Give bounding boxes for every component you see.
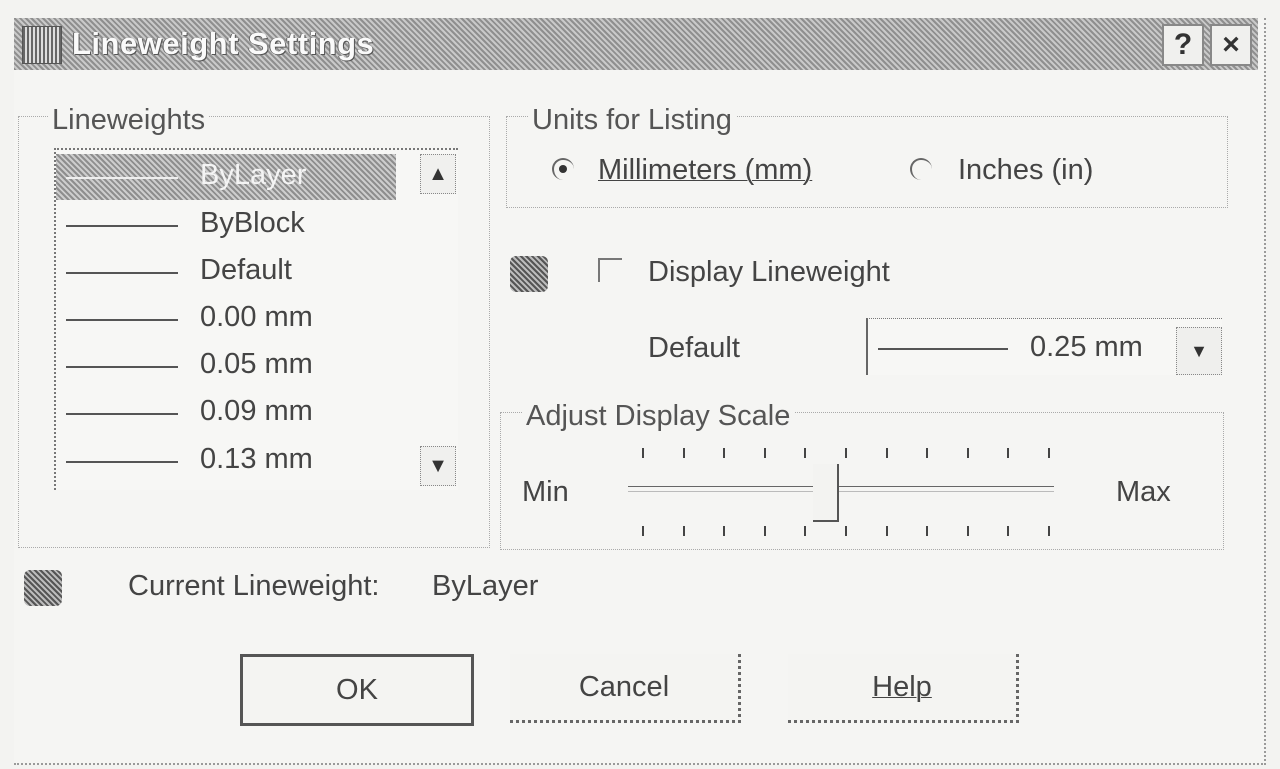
list-item-label: Default [200,254,292,286]
list-item-label: 0.05 mm [200,348,313,380]
line-sample [66,272,178,274]
line-sample [66,319,178,321]
units-label: Units for Listing [528,104,736,137]
current-lineweight-label: Current Lineweight: [128,570,380,602]
slider-tick [966,526,969,536]
default-value: 0.25 mm [1030,331,1143,363]
line-sample [66,225,178,227]
slider-tick [1048,526,1050,536]
slider-tick [1048,448,1050,458]
slider-tick [642,448,644,458]
slider-tick [1007,448,1010,458]
help-icon[interactable]: ? [1162,24,1204,66]
window-title: Lineweight Settings [72,26,375,61]
slider-tick [845,448,847,458]
slider-tick [885,448,888,458]
display-scale-label: Adjust Display Scale [522,400,795,433]
slider-tick [1007,526,1010,536]
slider-tick [966,448,969,458]
list-item[interactable]: 0.00 mm [56,296,396,342]
lineweight-settings-dialog: Lineweight Settings ? × Lineweights ByLa… [14,18,1266,765]
title-bar[interactable]: Lineweight Settings ? × [14,18,1258,70]
display-scale-track[interactable] [628,486,1054,492]
slider-tick [723,448,726,458]
list-item-label: 0.09 mm [200,395,313,427]
default-label: Default [648,332,740,364]
line-sample [66,177,178,179]
arrow-up-icon[interactable]: ▲ [420,154,456,194]
lineweight-icon [510,256,548,292]
arrow-down-icon[interactable]: ▼ [420,446,456,486]
display-lineweight-checkbox[interactable] [598,258,622,282]
slider-tick [885,526,888,536]
list-item[interactable]: Default [56,249,396,295]
list-item[interactable]: ByLayer [56,154,396,200]
slider-tick [682,448,685,458]
line-sample [66,366,178,368]
display-lineweight-label[interactable]: Display Lineweight [648,256,890,289]
lineweight-list[interactable]: ByLayer ByBlock Default 0.00 mm 0.05 mm … [54,148,458,490]
slider-tick [642,526,644,536]
max-label: Max [1116,476,1171,508]
slider-tick [845,526,847,536]
slider-tick [926,526,929,536]
slider-tick [763,526,766,536]
close-icon[interactable]: × [1210,24,1252,66]
list-item-label: ByLayer [200,159,307,191]
display-scale-thumb[interactable] [812,464,839,522]
list-item[interactable]: 0.09 mm [56,390,396,436]
line-sample [66,461,178,463]
slider-tick [682,526,685,536]
line-sample [66,413,178,415]
inches-label[interactable]: Inches (in) [958,154,1093,187]
list-item-label: 0.00 mm [200,301,313,333]
list-item-label: ByBlock [200,207,305,239]
line-sample [878,348,1008,350]
default-lineweight-select[interactable]: 0.25 mm ▼ [866,318,1222,375]
list-item[interactable]: ByBlock [56,202,396,248]
list-item[interactable]: 0.13 mm [56,438,396,484]
radio-inches[interactable] [910,158,932,180]
slider-tick [804,526,807,536]
lineweights-label: Lineweights [48,104,210,137]
ok-button[interactable]: OK [240,654,474,726]
list-item[interactable]: 0.05 mm [56,343,396,389]
min-label: Min [522,476,569,508]
millimeters-label[interactable]: Millimeters (mm) [598,154,812,187]
app-icon [22,26,62,64]
radio-millimeters[interactable] [552,158,574,180]
cancel-button[interactable]: Cancel [510,654,741,723]
slider-tick [723,526,726,536]
current-lineweight-value: ByLayer [432,570,539,602]
lineweight-icon [24,570,62,606]
slider-tick [804,448,807,458]
chevron-down-icon[interactable]: ▼ [1176,327,1222,375]
slider-tick [763,448,766,458]
list-item-label: 0.13 mm [200,443,313,475]
help-button[interactable]: Help [788,654,1019,723]
slider-tick [926,448,929,458]
